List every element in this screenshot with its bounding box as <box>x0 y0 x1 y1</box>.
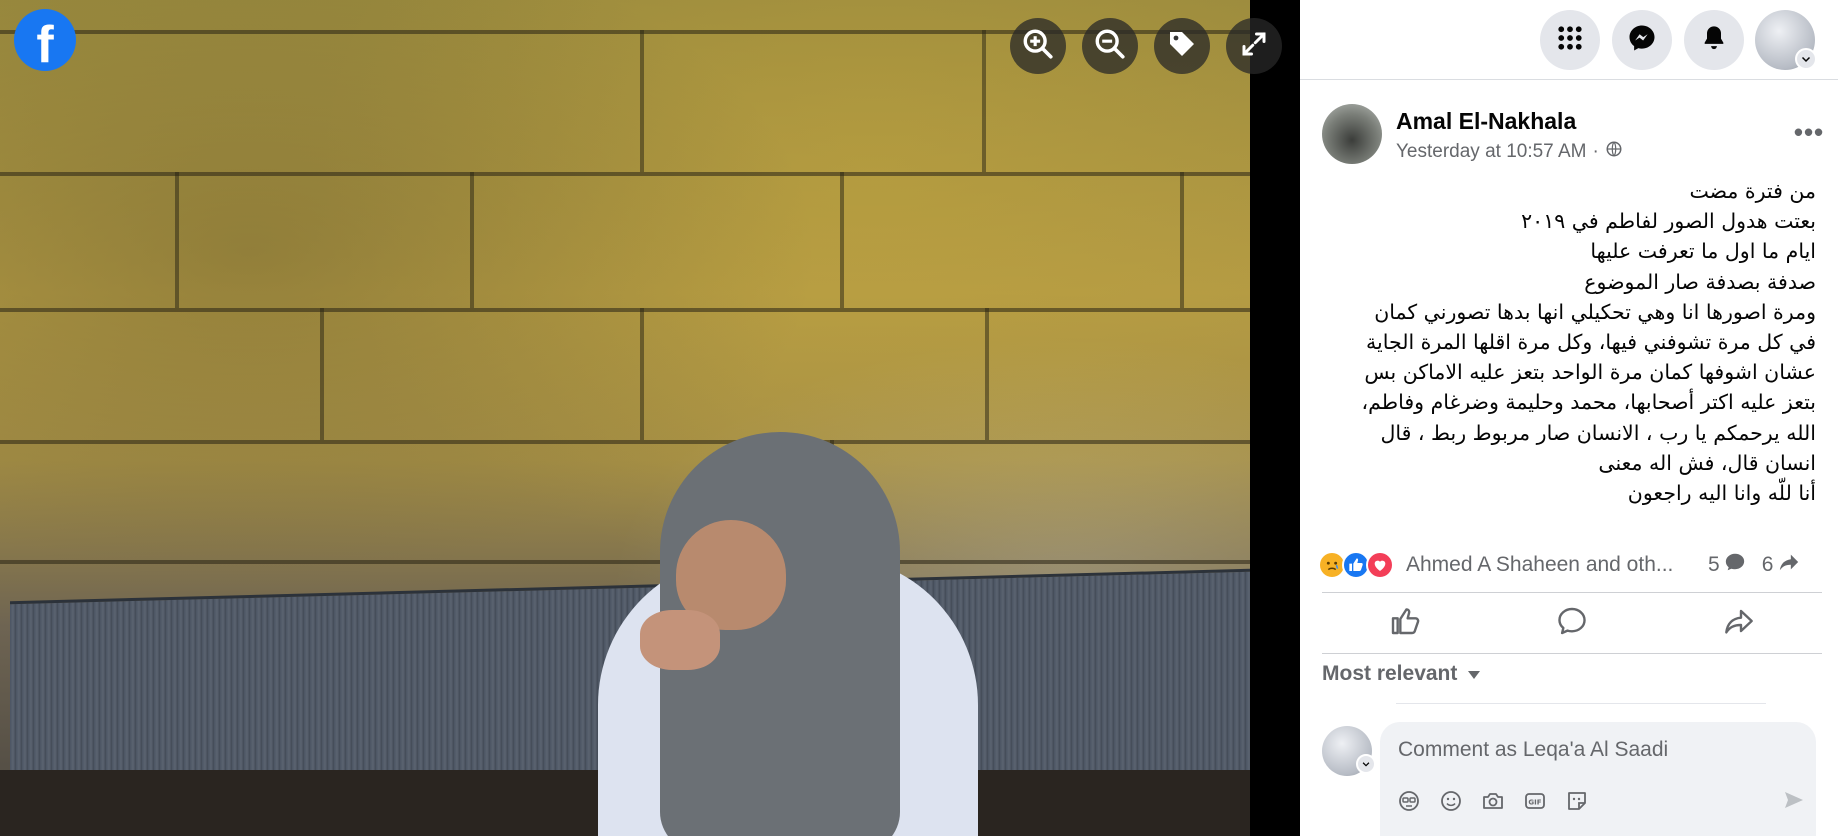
globe-icon <box>1605 140 1623 164</box>
expand-icon <box>1239 29 1269 64</box>
messenger-icon <box>1627 23 1657 58</box>
zoom-out-button[interactable] <box>1082 18 1138 74</box>
like-button[interactable] <box>1322 593 1489 653</box>
post-text-line: في كل مرة تشوفني فيها، وكل مرة اقلها الم… <box>1366 330 1816 355</box>
post-text-line: أنا للّه وانا اليه راجعون <box>1627 481 1816 506</box>
post-text-line: بتعز عليه اكتر أصحابها، محمد وحليمة وضرغ… <box>1361 390 1816 415</box>
share-icon <box>1723 605 1755 642</box>
shares-count-value: 6 <box>1761 553 1774 576</box>
avatar-sticker-icon[interactable] <box>1396 788 1422 814</box>
top-bar <box>1300 0 1838 80</box>
fullscreen-button[interactable] <box>1226 18 1282 74</box>
author-avatar[interactable] <box>1322 104 1382 164</box>
comment-bubble-icon <box>1724 551 1746 579</box>
like-icon <box>1389 605 1421 642</box>
post-text-line: من فترة مضت <box>1689 179 1816 203</box>
zoom-in-button[interactable] <box>1010 18 1066 74</box>
comment-button[interactable] <box>1489 593 1656 653</box>
post-text: من فترة مضت بعتت هدول الصور لفاطم في ٢٠١… <box>1322 176 1816 508</box>
love-reaction-icon <box>1366 551 1394 579</box>
post-timestamp[interactable]: Yesterday at 10:57 AM · <box>1396 140 1623 164</box>
comment-sort-dropdown[interactable]: Most relevant <box>1322 662 1481 686</box>
menu-grid-icon <box>1555 23 1585 58</box>
zoom-in-icon <box>1021 27 1055 66</box>
post-photo <box>0 0 1250 836</box>
post-header: Amal El-Nakhala Yesterday at 10:57 AM · … <box>1322 104 1823 168</box>
tag-photo-button[interactable] <box>1154 18 1210 74</box>
post-options-button[interactable]: ••• <box>1787 110 1831 154</box>
facebook-logo[interactable]: f <box>14 9 76 71</box>
post-text-line: عشان اشوفها كمان مرة الواحد بتعز عليه ال… <box>1364 360 1816 385</box>
reactions-summary: Ahmed A Shaheen and oth... 5 6 <box>1318 548 1826 582</box>
time-separator: · <box>1592 141 1599 162</box>
post-text-line: ومرة اصورها انا وهي تحكيلي انها بدها تصو… <box>1374 299 1816 324</box>
comments-count-value: 5 <box>1708 553 1720 576</box>
tag-icon <box>1166 28 1198 65</box>
bell-icon <box>1700 24 1728 57</box>
zoom-out-icon <box>1093 27 1127 66</box>
reaction-icons[interactable] <box>1318 551 1394 579</box>
notifications-button[interactable] <box>1684 10 1744 70</box>
reaction-names[interactable]: Ahmed A Shaheen and oth... <box>1406 553 1696 577</box>
share-button[interactable] <box>1655 593 1822 653</box>
post-text-line: بعتت هدول الصور لفاطم في ٢٠١٩ <box>1521 209 1816 234</box>
comment-tools: GIF <box>1396 788 1590 814</box>
divider <box>1396 703 1766 704</box>
post-text-line: صدفة بصدفة صار الموضوع <box>1584 269 1816 294</box>
sticker-icon[interactable] <box>1564 788 1590 814</box>
messenger-button[interactable] <box>1612 10 1672 70</box>
post-panel: Amal El-Nakhala Yesterday at 10:57 AM · … <box>1300 0 1838 836</box>
post-actions <box>1322 592 1822 654</box>
comments-count[interactable]: 5 <box>1708 551 1746 579</box>
shares-count[interactable]: 6 <box>1762 551 1802 579</box>
page: f Amal El-Nakhala Yesterday at 10:57 AM … <box>0 0 1838 836</box>
author-name[interactable]: Amal El-Nakhala <box>1396 108 1576 135</box>
camera-icon[interactable] <box>1480 788 1506 814</box>
comment-sort-label: Most relevant <box>1322 662 1458 685</box>
caret-down-icon <box>1467 662 1481 686</box>
comment-input[interactable]: Comment as Leqa'a Al Saadi <box>1398 738 1668 762</box>
post-text-line: ايام ما اول ما تعرفت عليها <box>1590 239 1816 264</box>
photo-viewer: f <box>0 0 1300 836</box>
send-icon <box>1782 788 1806 817</box>
post-text-line: الله يرحمكم يا رب ، الانسان صار مربوط رب… <box>1380 420 1816 445</box>
comment-composer[interactable]: Comment as Leqa'a Al Saadi GIF <box>1380 722 1816 836</box>
post-text-line: انسان قال، فش اله معنى <box>1598 450 1816 475</box>
gif-icon[interactable]: GIF <box>1522 788 1548 814</box>
menu-button[interactable] <box>1540 10 1600 70</box>
emoji-icon[interactable] <box>1438 788 1464 814</box>
send-comment-button[interactable] <box>1780 788 1808 816</box>
share-arrow-icon <box>1777 551 1801 579</box>
chevron-down-icon[interactable] <box>1795 48 1817 70</box>
post-time-text[interactable]: Yesterday at 10:57 AM <box>1396 141 1586 163</box>
comment-icon <box>1556 605 1588 642</box>
chevron-down-icon[interactable] <box>1356 754 1376 774</box>
svg-text:GIF: GIF <box>1528 799 1541 807</box>
